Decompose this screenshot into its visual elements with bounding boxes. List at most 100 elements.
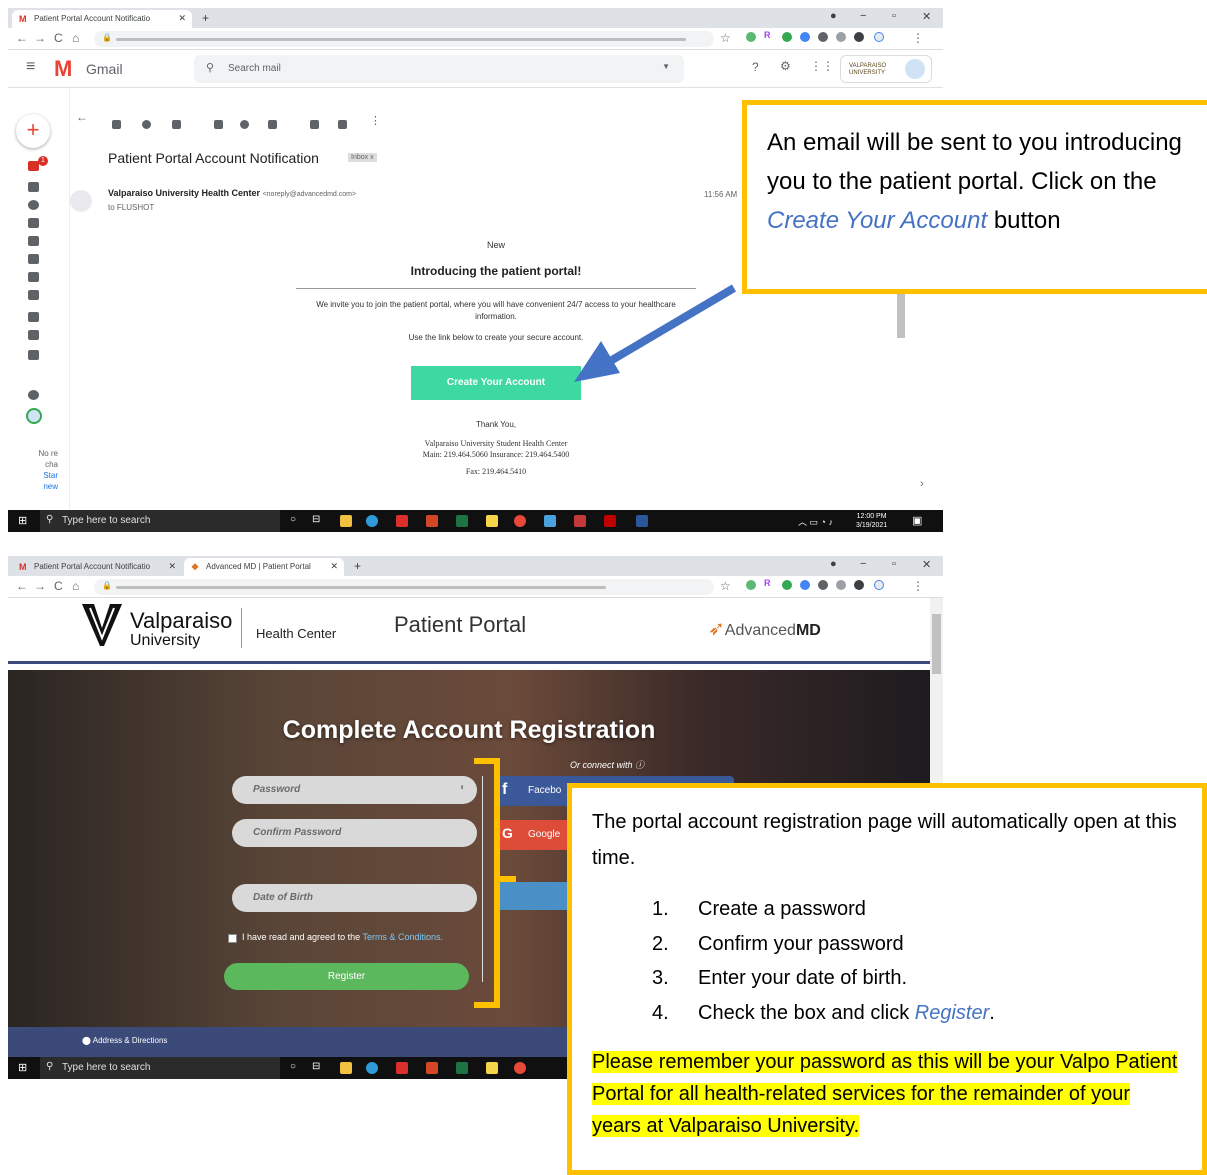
powerpoint-icon[interactable]	[426, 1062, 438, 1074]
reload-icon[interactable]: C	[54, 31, 63, 45]
browser-tab-gmail[interactable]: M Patient Portal Account Notificatio ✕	[12, 558, 182, 576]
avatar[interactable]	[26, 408, 42, 424]
forward-icon[interactable]: →	[34, 579, 46, 593]
app-icon[interactable]	[544, 515, 556, 527]
confirm-password-field[interactable]: Confirm Password	[232, 819, 477, 847]
taskbar-search-input[interactable]: ⚲ Type here to search	[40, 510, 280, 532]
menu-icon[interactable]: ⋮	[912, 579, 924, 593]
more-icon[interactable]: ⋮	[370, 114, 381, 127]
minimize-icon[interactable]: −	[860, 10, 866, 22]
new-tab-icon[interactable]: +	[354, 559, 361, 573]
extension-icon[interactable]	[782, 580, 792, 590]
extension-icon[interactable]	[836, 32, 846, 42]
clock[interactable]: 12:00 PM 3/19/2021	[856, 512, 887, 530]
acrobat-icon[interactable]	[396, 515, 408, 527]
search-input[interactable]: ⚲ Search mail ▼	[194, 55, 684, 83]
system-tray-icon[interactable]: ︿ ▭ ◔ ♪	[798, 515, 833, 528]
search-options-icon[interactable]: ▼	[662, 62, 670, 71]
extension-icon[interactable]	[818, 580, 828, 590]
menu-icon[interactable]: ⋮	[912, 31, 924, 45]
cortana-icon[interactable]: ○	[290, 1061, 296, 1072]
home-icon[interactable]: ⌂	[72, 579, 79, 593]
search-icon[interactable]: ⚲	[206, 61, 214, 74]
mark-unread-icon[interactable]	[214, 120, 223, 129]
next-chevron-icon[interactable]: ›	[920, 478, 924, 490]
close-tab-icon[interactable]: ✕	[168, 561, 176, 572]
word-icon[interactable]	[636, 515, 648, 527]
bookmark-star-icon[interactable]: ☆	[720, 579, 731, 593]
extension-icon[interactable]	[818, 32, 828, 42]
extension-icon[interactable]: R	[764, 578, 774, 588]
maximize-icon[interactable]: ▫	[892, 10, 896, 22]
back-icon[interactable]: ←	[16, 579, 28, 593]
report-spam-icon[interactable]	[142, 120, 151, 129]
meet-icon[interactable]	[28, 312, 39, 322]
terms-checkbox[interactable]	[228, 934, 237, 943]
snippet-line[interactable]: new	[18, 481, 58, 492]
close-window-icon[interactable]: ✕	[922, 10, 931, 23]
notifications-icon[interactable]: ▣	[912, 514, 922, 527]
hamburger-icon[interactable]: ≡	[26, 58, 35, 76]
chrome-icon[interactable]	[514, 515, 526, 527]
windows-start-icon[interactable]: ⊞	[18, 1061, 27, 1074]
sent-icon[interactable]	[28, 218, 39, 228]
terms-link[interactable]: Terms & Conditions.	[362, 932, 443, 942]
forward-icon[interactable]: →	[34, 31, 46, 45]
address-bar[interactable]: 🔒	[94, 579, 714, 595]
filezilla-icon[interactable]	[604, 515, 616, 527]
powerpoint-icon[interactable]	[426, 515, 438, 527]
cortana-icon[interactable]: ○	[290, 514, 296, 525]
file-explorer-icon[interactable]	[340, 1062, 352, 1074]
register-button[interactable]: Register	[224, 963, 469, 990]
label-icon[interactable]	[28, 272, 39, 282]
close-tab-icon[interactable]: ✕	[330, 561, 338, 572]
password-field[interactable]: Password	[232, 776, 477, 804]
task-view-icon[interactable]: ⊟	[312, 1061, 320, 1072]
label-icon[interactable]	[28, 254, 39, 264]
app-icon[interactable]	[574, 515, 586, 527]
snippet-line[interactable]: Star	[18, 470, 58, 481]
starred-icon[interactable]	[28, 182, 39, 192]
address-bar[interactable]: 🔒	[94, 31, 714, 47]
recipient[interactable]: to FLUSHOT	[108, 203, 154, 212]
extension-icon[interactable]	[782, 32, 792, 42]
bookmark-star-icon[interactable]: ☆	[720, 31, 731, 45]
home-icon[interactable]: ⌂	[72, 31, 79, 45]
reload-icon[interactable]: C	[54, 579, 63, 593]
archive-icon[interactable]	[112, 120, 121, 129]
hangouts-icon[interactable]	[28, 390, 39, 400]
back-icon[interactable]: ←	[16, 31, 28, 45]
edge-icon[interactable]	[366, 1062, 378, 1074]
extension-icon[interactable]: R	[764, 30, 774, 40]
browser-tab-portal[interactable]: ❖ Advanced MD | Patient Portal ✕	[184, 558, 344, 576]
date-of-birth-field[interactable]: Date of Birth	[232, 884, 477, 912]
labels-icon[interactable]	[338, 120, 347, 129]
add-task-icon[interactable]	[268, 120, 277, 129]
help-icon[interactable]: ?	[752, 60, 759, 74]
profile-avatar-icon[interactable]	[874, 580, 884, 590]
extension-icon[interactable]	[854, 32, 864, 42]
drafts-icon[interactable]	[28, 236, 39, 246]
sticky-notes-icon[interactable]	[486, 1062, 498, 1074]
windows-start-icon[interactable]: ⊞	[18, 514, 27, 527]
maximize-icon[interactable]: ▫	[892, 558, 896, 570]
extension-icon[interactable]	[746, 580, 756, 590]
profile-avatar-icon[interactable]	[874, 32, 884, 42]
scrollbar-thumb[interactable]	[932, 614, 941, 674]
back-arrow-icon[interactable]: ←	[76, 110, 88, 124]
sticky-notes-icon[interactable]	[486, 515, 498, 527]
avatar[interactable]	[905, 59, 925, 79]
extension-icon[interactable]	[746, 32, 756, 42]
profile-icon[interactable]: ●	[830, 558, 837, 570]
info-icon[interactable]: ⓘ	[635, 760, 644, 770]
move-to-icon[interactable]	[310, 120, 319, 129]
delete-icon[interactable]	[172, 120, 181, 129]
show-password-icon[interactable]: ◐	[460, 782, 466, 793]
task-view-icon[interactable]: ⊟	[312, 514, 320, 525]
settings-icon[interactable]: ⚙	[780, 59, 791, 73]
taskbar-search-input[interactable]: ⚲ Type here to search	[40, 1057, 280, 1079]
edge-icon[interactable]	[366, 515, 378, 527]
excel-icon[interactable]	[456, 515, 468, 527]
extension-icon[interactable]	[836, 580, 846, 590]
new-tab-icon[interactable]: +	[202, 11, 209, 25]
